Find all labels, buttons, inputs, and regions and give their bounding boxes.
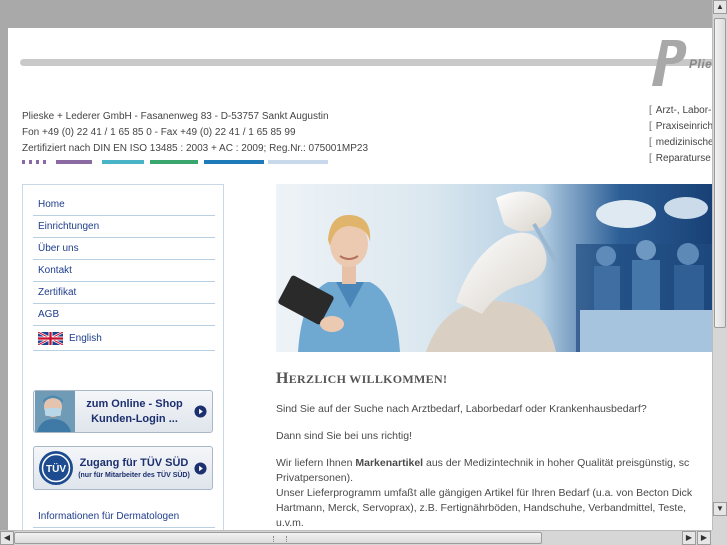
- nav-kontakt[interactable]: Kontakt: [33, 260, 215, 282]
- dermatologists-info-link[interactable]: Informationen für Dermatologen: [38, 511, 179, 522]
- arrow-right-circle-icon: [194, 405, 207, 418]
- uk-flag-icon: [38, 331, 63, 345]
- divider: [33, 527, 215, 528]
- stripe-teal: [102, 160, 144, 164]
- company-address: Plieske + Lederer GmbH - Fasanenweg 83 -…: [22, 111, 329, 122]
- scroll-right-button[interactable]: ▶: [682, 531, 696, 545]
- scroll-grip: [273, 536, 287, 542]
- vertical-scrollbar[interactable]: ▲ ▼: [712, 0, 727, 530]
- bold-markenartikel: Markenartikel: [355, 457, 424, 469]
- paragraph: Dann sind Sie bei uns richtig!: [276, 430, 412, 442]
- nav-agb[interactable]: AGB: [33, 304, 215, 326]
- stripe-dots: [22, 160, 50, 164]
- company-phone-fax: Fon +49 (0) 22 41 / 1 65 85 0 - Fax +49 …: [22, 127, 296, 138]
- horizontal-scroll-thumb[interactable]: [14, 532, 542, 544]
- service-item: [medizinische: [649, 137, 712, 148]
- service-item: [Reparaturse: [649, 153, 711, 164]
- scroll-left-button[interactable]: ◀: [0, 531, 14, 545]
- web-page: Pliesk Plieske + Lederer GmbH - Fasanenw…: [8, 28, 712, 530]
- horizontal-scrollbar[interactable]: ◀ ▶ ▶: [0, 530, 712, 545]
- services-list: [Arzt-, Labor- [Praxiseinrich [medizinis…: [649, 103, 712, 167]
- tuev-label: Zugang für TÜV SÜD (nur für Mitarbeiter …: [78, 456, 190, 479]
- online-shop-button[interactable]: zum Online - Shop Kunden-Login ...: [33, 390, 213, 433]
- browser-viewport: Pliesk Plieske + Lederer GmbH - Fasanenw…: [0, 0, 727, 545]
- arrow-right-circle-icon: [194, 461, 207, 475]
- nav-zertifikat[interactable]: Zertifikat: [33, 282, 215, 304]
- tuev-logo: TÜV: [39, 451, 73, 485]
- paragraph: Wir liefern Ihnen Markenartikel aus der …: [276, 457, 693, 529]
- online-shop-label: zum Online - Shop Kunden-Login ...: [86, 397, 183, 425]
- service-item: [Praxiseinrich: [649, 121, 712, 132]
- stripe-green: [150, 160, 198, 164]
- sidebar: Home Einrichtungen Über uns Kontakt Zert…: [22, 184, 224, 530]
- scrollbar-corner: [712, 530, 727, 545]
- scroll-down-button[interactable]: ▼: [713, 502, 727, 516]
- vertical-scroll-thumb[interactable]: [714, 18, 726, 328]
- hero-banner-image: [276, 184, 712, 352]
- logo-swoosh-line: [20, 59, 712, 66]
- scroll-up-button[interactable]: ▲: [713, 0, 727, 14]
- stripe-light-blue: [268, 160, 328, 164]
- stripe-blue: [204, 160, 264, 164]
- surgeon-photo: [35, 391, 75, 432]
- service-item: [Arzt-, Labor-: [649, 105, 712, 116]
- stripe-purple: [56, 160, 92, 164]
- nav-ueber-uns[interactable]: Über uns: [33, 238, 215, 260]
- welcome-heading: HERZLICH WILLKOMMEN!: [276, 370, 448, 387]
- svg-text:TÜV: TÜV: [46, 462, 66, 475]
- tuev-sued-access-button[interactable]: TÜV Zugang für TÜV SÜD (nur für Mitarbei…: [33, 446, 213, 490]
- nav-english[interactable]: English: [33, 326, 215, 351]
- nav-home[interactable]: Home: [33, 194, 215, 216]
- main-content: Sind Sie auf der Suche nach Arztbedarf, …: [276, 402, 712, 530]
- color-stripes: [22, 160, 712, 164]
- nav-einrichtungen[interactable]: Einrichtungen: [33, 216, 215, 238]
- logo-wordmark: Pliesk: [689, 57, 712, 71]
- paragraph: Sind Sie auf der Suche nach Arztbedarf, …: [276, 403, 647, 415]
- scroll-right-button-2[interactable]: ▶: [697, 531, 711, 545]
- main-navigation: Home Einrichtungen Über uns Kontakt Zert…: [33, 194, 215, 351]
- company-info: Plieske + Lederer GmbH - Fasanenweg 83 -…: [22, 109, 368, 157]
- company-certification: Zertifiziert nach DIN EN ISO 13485 : 200…: [22, 143, 369, 154]
- company-logo-mark: [652, 40, 687, 86]
